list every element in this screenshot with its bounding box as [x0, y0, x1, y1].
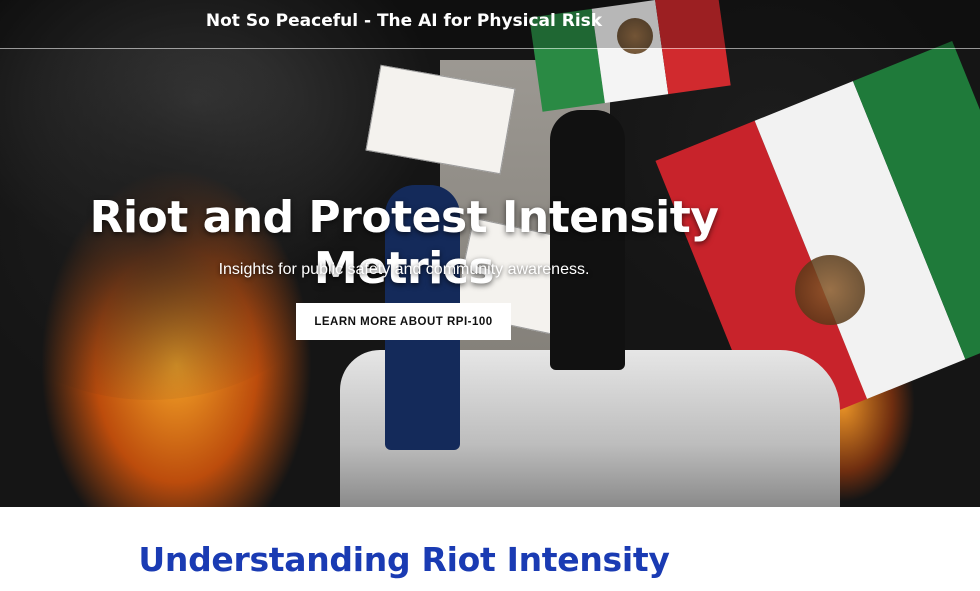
learn-more-button[interactable]: LEARN MORE ABOUT RPI-100: [296, 303, 511, 340]
header-divider: [0, 48, 980, 49]
site-title[interactable]: Not So Peaceful - The AI for Physical Ri…: [0, 11, 808, 31]
section-heading: Understanding Riot Intensity: [138, 540, 670, 579]
hero-subheading: Insights for public safety and community…: [218, 261, 590, 278]
